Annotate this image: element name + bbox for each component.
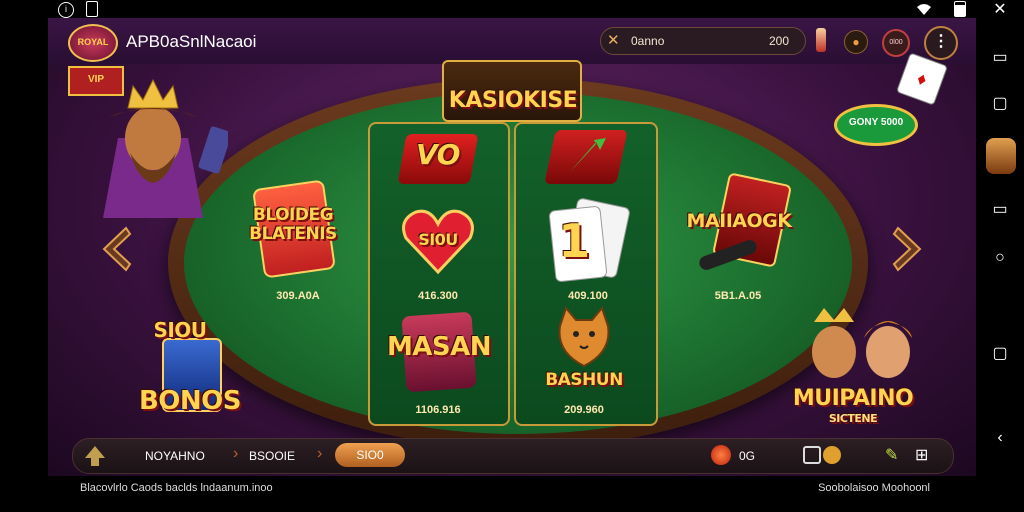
game-score: 5B1.A.05 [714,290,762,302]
window-icon[interactable]: ▭ [990,48,1010,68]
top-bar: ROYAL APB0aSnlNacaoi ✕ 0anno 200 ● 0l00 … [48,18,976,64]
table-title: KASIOKISE [448,88,578,113]
game-tile-masan[interactable]: MASAN [384,308,494,398]
bonus-title-bottom: BONOS [138,386,242,416]
status-bar: i [48,0,976,18]
characters-promo[interactable]: MUIPAINO SICTENE [768,308,938,438]
game-title: 1 [558,214,590,268]
more-menu-button[interactable]: ⋮ [924,26,958,60]
square-icon[interactable]: ▢ [990,94,1010,114]
bottle-icon[interactable] [816,28,826,52]
badge-text: 0l00 [889,39,903,46]
bonus-art[interactable]: SIOU BONOS [100,318,280,428]
badge-icon[interactable]: 0l00 [882,29,910,57]
balance-pill[interactable]: ✕ 0anno 200 [600,27,806,55]
app-thumb-icon[interactable] [986,138,1016,174]
edit-icon[interactable]: ✎ [885,445,898,465]
coin-icon[interactable] [711,445,731,465]
promo-title: MUIPAINO [792,386,914,411]
game-title: SI0U [418,230,458,249]
game-score: 1106.916 [415,404,461,416]
app-title: APB0aSnlNacaoi [126,32,257,51]
nav-item-bsooie[interactable]: BSOOIE [249,449,295,463]
nav-item-noyahno[interactable]: NOYAHNO [145,449,205,463]
game-score: 416.300 [418,290,458,302]
gift-icon[interactable] [803,446,821,464]
game-score: 409.100 [568,290,608,302]
wifi-icon [916,2,932,19]
prev-arrow-button[interactable] [96,224,136,274]
game-tile-vo[interactable]: VO [397,128,479,192]
home-circle-icon[interactable]: ○ [990,248,1010,268]
chips-promo[interactable]: GONY 5000 [828,92,924,152]
game-tile-left[interactable]: BLOIDEG BLATENIS [228,178,358,288]
battery-icon [954,1,966,17]
counter: 0G [739,449,756,463]
home-icon[interactable] [83,444,107,468]
bag-icon[interactable]: ● [844,30,868,54]
nav-item-active[interactable]: SIO0 [335,443,405,467]
game-score: 309.A0A [276,290,320,302]
promo-chip-text: GONY 5000 [848,117,904,128]
game-score: 209.960 [564,404,604,416]
game-title: MAIIAOGK [686,210,792,232]
bonus-title-top: SIOU [153,318,207,342]
coin-stack-icon[interactable] [823,446,841,464]
rect-icon[interactable]: ▭ [990,200,1010,220]
balance-value: 200 [768,34,789,48]
back-icon[interactable]: ‹ [990,428,1010,448]
game-title: BASHUN [545,370,623,390]
next-arrow-button[interactable] [888,224,928,274]
info-icon: i [58,2,74,18]
recents-icon[interactable]: ▢ [990,344,1010,364]
game-tile-arrow[interactable] [544,126,628,190]
promo-subtitle: SICTENE [828,412,878,425]
app-logo[interactable]: ROYAL [68,24,118,62]
bottom-nav: NOYAHNO › BSOOIE › SIO0 0G ✎ ⊞ [72,438,954,474]
game-screen: ROYAL APB0aSnlNacaoi ✕ 0anno 200 ● 0l00 … [48,18,976,476]
balance-label: 0anno [631,34,665,48]
game-tile-heart[interactable]: SI0U [398,200,478,280]
game-tile-right[interactable]: MAIIAOGK [674,172,804,288]
chevron-right-icon: › [317,445,323,462]
promo-chip: GONY 5000 [834,104,918,146]
footer-right-text: Soobolaisoo Moohoonl [818,482,930,494]
close-icon[interactable]: ✕ [990,0,1010,20]
game-tile-tiger[interactable]: BASHUN [532,306,636,400]
system-nav-bar: ✕ ▭ ▢ ▭ ○ ▢ ‹ [976,0,1024,512]
game-tile-cards[interactable]: 1 [540,197,632,288]
footer: Blacovlrlo Caods baclds lndaanum.inoo So… [48,476,976,512]
phone-icon [86,1,98,17]
app-logo-text: ROYAL [77,37,109,47]
game-title: BLOIDEG BLATENIS [249,205,337,244]
hammer-icon: ✕ [607,32,620,49]
game-title: MASAN [386,332,492,362]
settings-icon[interactable]: ⊞ [915,445,928,465]
king-character [78,68,232,218]
chevron-right-icon: › [233,445,239,462]
game-title: VO [416,138,460,171]
footer-left-text: Blacovlrlo Caods baclds lndaanum.inoo [80,482,273,494]
